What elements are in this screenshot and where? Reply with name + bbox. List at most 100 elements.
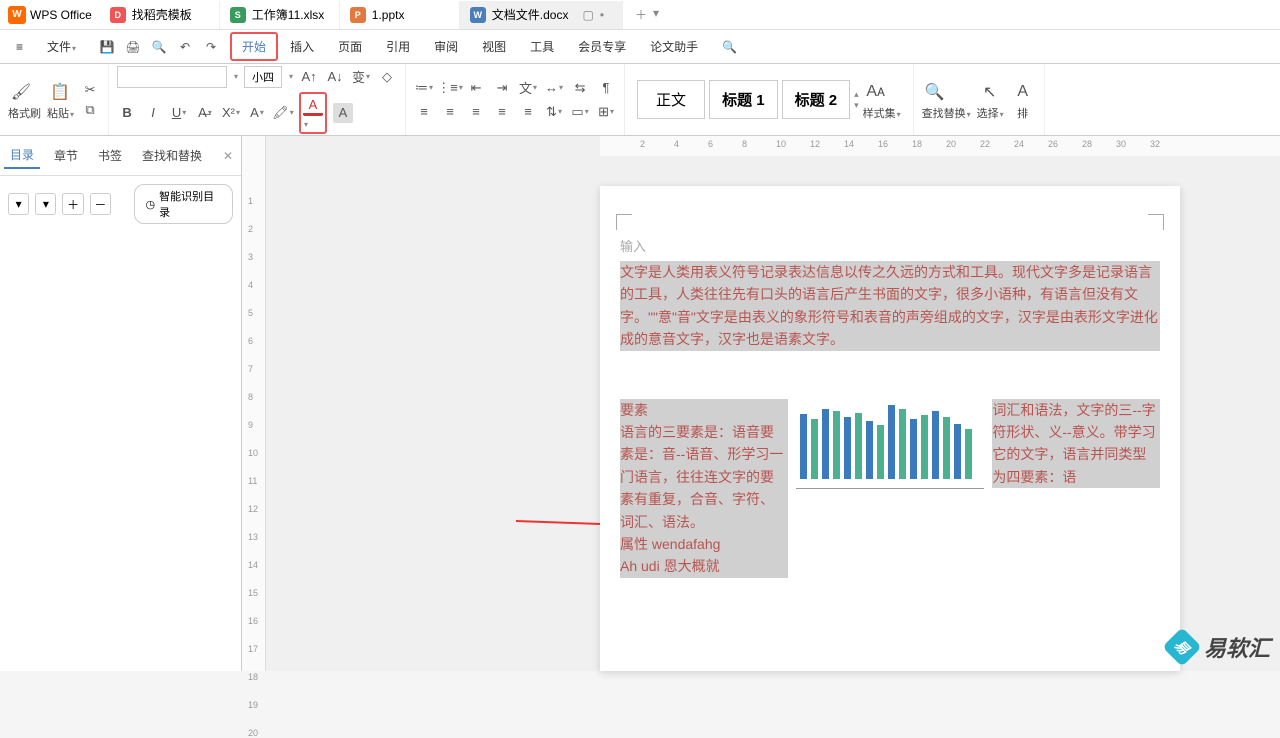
size-dropdown-icon[interactable]: ▾ bbox=[289, 72, 293, 81]
align-justify-icon[interactable]: ≡ bbox=[492, 102, 512, 122]
document-page[interactable]: 输入 文字是人类用表义符号记录表达信息以传之久远的方式和工具。现代文字多是记录语… bbox=[600, 186, 1180, 671]
format-painter-label: 格式刷 bbox=[8, 105, 41, 121]
font-name-input[interactable] bbox=[117, 66, 227, 88]
menu-thesis[interactable]: 论文助手 bbox=[638, 32, 710, 61]
wps-icon: W bbox=[8, 6, 26, 24]
menu-start[interactable]: 开始 bbox=[230, 32, 278, 61]
style-h1[interactable]: 标题 1 bbox=[709, 80, 778, 119]
close-icon[interactable]: ✕ bbox=[219, 149, 237, 163]
superscript-icon[interactable]: X²▾ bbox=[221, 103, 241, 123]
watermark-icon: 易 bbox=[1162, 627, 1202, 667]
align-center-icon[interactable]: ≡ bbox=[440, 102, 460, 122]
sidetab-find[interactable]: 查找和替换 bbox=[136, 143, 208, 168]
menu-view[interactable]: 视图 bbox=[470, 32, 518, 61]
italic-icon[interactable]: I bbox=[143, 103, 163, 123]
para-mark-icon[interactable]: ¶ bbox=[596, 78, 616, 98]
paragraph-right[interactable]: 词汇和语法，文字的三--字符形状、义--意义。带学习它的文字，语言并同类型为四要… bbox=[992, 399, 1160, 489]
shrink-font-icon[interactable]: A↓ bbox=[325, 67, 345, 87]
text-direction-icon[interactable]: 文▾ bbox=[518, 78, 538, 98]
search-icon[interactable]: 🔍 bbox=[710, 34, 749, 60]
align-left-icon[interactable]: ≡ bbox=[414, 102, 434, 122]
grow-font-icon[interactable]: A↑ bbox=[299, 67, 319, 87]
font-dropdown-icon[interactable]: ▾ bbox=[234, 72, 238, 81]
paste-icon[interactable]: 📋 bbox=[47, 79, 73, 105]
cut-icon[interactable]: ✂ bbox=[80, 80, 100, 100]
highlight-icon[interactable]: 🖍▾ bbox=[273, 103, 293, 123]
font-group: ▾ ▾ A↑ A↓ 变▾ ◇ B I U▾ A̶▾ X²▾ A▾ 🖍▾ A▾ A bbox=[109, 64, 406, 135]
style-h2[interactable]: 标题 2 bbox=[782, 80, 851, 119]
borders-icon[interactable]: ⊞▾ bbox=[596, 102, 616, 122]
phonetic-icon[interactable]: 变▾ bbox=[351, 67, 371, 87]
menu-review[interactable]: 审阅 bbox=[422, 32, 470, 61]
new-tab-button[interactable]: ＋ bbox=[635, 6, 647, 23]
align-right-icon[interactable]: ≡ bbox=[466, 102, 486, 122]
redo-icon[interactable]: ↷ bbox=[202, 38, 220, 56]
sidetab-bookmark[interactable]: 书签 bbox=[92, 143, 128, 168]
copy-icon[interactable]: ⧉ bbox=[80, 100, 100, 120]
file-menu[interactable]: 文件▾ bbox=[35, 32, 88, 61]
menu-tools[interactable]: 工具 bbox=[518, 32, 566, 61]
attr-line-2[interactable]: Ah udi 恩大概就 bbox=[620, 555, 788, 577]
tab-template[interactable]: D 找稻壳模板 bbox=[100, 1, 220, 29]
toc-add-button[interactable]: ＋ bbox=[62, 193, 83, 215]
smart-toc-button[interactable]: ◷智能识别目录 bbox=[134, 184, 233, 224]
find-icon[interactable]: 🔍 bbox=[922, 79, 948, 105]
distribute-icon[interactable]: ≡ bbox=[518, 102, 538, 122]
clear-format-icon[interactable]: ◇ bbox=[377, 67, 397, 87]
paragraph-1[interactable]: 文字是人类用表义符号记录表达信息以传之久远的方式和工具。现代文字多是记录语言的工… bbox=[620, 261, 1160, 351]
tab-list-dropdown[interactable]: ▾ bbox=[653, 6, 659, 23]
style-prev-icon[interactable]: ▴ bbox=[854, 89, 859, 100]
paragraph-group: ≔▾ ⋮≡▾ ⇤ ⇥ 文▾ ↔▾ ⇆ ¶ ≡ ≡ ≡ ≡ ≡ ⇅▾ ▭▾ ⊞▾ bbox=[406, 64, 625, 135]
save-icon[interactable]: 💾 bbox=[98, 38, 116, 56]
toc-dropdown[interactable]: ▾ bbox=[35, 193, 56, 215]
tab-menu-icon[interactable]: • bbox=[600, 8, 604, 22]
undo-icon[interactable]: ↶ bbox=[176, 38, 194, 56]
menu-reference[interactable]: 引用 bbox=[374, 32, 422, 61]
sidetab-toc[interactable]: 目录 bbox=[4, 142, 40, 169]
select-icon[interactable]: ↖ bbox=[977, 79, 1003, 105]
decrease-indent-icon[interactable]: ⇤ bbox=[466, 78, 486, 98]
xlsx-icon: S bbox=[230, 7, 246, 23]
attr-line-1[interactable]: 属性 wendafahg bbox=[620, 533, 788, 555]
pptx-icon: P bbox=[350, 7, 366, 23]
text-effect-icon[interactable]: A▾ bbox=[247, 103, 267, 123]
find-label: 查找替换▾ bbox=[922, 105, 971, 121]
char-scale-icon[interactable]: ↔▾ bbox=[544, 78, 564, 98]
tab-pptx[interactable]: P 1.pptx bbox=[340, 1, 460, 29]
print-icon[interactable]: 🖨 bbox=[124, 38, 142, 56]
menu-page[interactable]: 页面 bbox=[326, 32, 374, 61]
toc-settings-dropdown[interactable]: ▾ bbox=[8, 193, 29, 215]
menu-member[interactable]: 会员专享 bbox=[566, 32, 638, 61]
font-color-icon[interactable]: A bbox=[303, 96, 323, 116]
font-size-input[interactable] bbox=[244, 66, 282, 88]
hamburger-icon[interactable]: ≡ bbox=[4, 34, 35, 60]
clock-icon: ◷ bbox=[145, 198, 155, 211]
tab-xlsx[interactable]: S 工作簿11.xlsx bbox=[220, 1, 340, 29]
tab-window-icon[interactable]: ▢ bbox=[582, 8, 593, 22]
strikethrough-icon[interactable]: A̶▾ bbox=[195, 103, 215, 123]
styleset-icon[interactable]: Aᴀ bbox=[863, 79, 889, 105]
tab-icon[interactable]: ⇆ bbox=[570, 78, 590, 98]
sidetab-chapter[interactable]: 章节 bbox=[48, 143, 84, 168]
bullets-icon[interactable]: ≔▾ bbox=[414, 78, 434, 98]
line-spacing-icon[interactable]: ⇅▾ bbox=[544, 102, 564, 122]
increase-indent-icon[interactable]: ⇥ bbox=[492, 78, 512, 98]
embedded-chart[interactable] bbox=[796, 399, 985, 489]
preview-icon[interactable]: 🔍 bbox=[150, 38, 168, 56]
style-body[interactable]: 正文 bbox=[637, 80, 705, 119]
format-painter-icon[interactable]: 🖌 bbox=[8, 79, 34, 105]
sort-icon[interactable]: A bbox=[1010, 79, 1036, 105]
paragraph-left[interactable]: 语言的三要素是：语音要素是：音--语音、形学习一门语言，往往连文字的要素有重复，… bbox=[620, 421, 788, 533]
char-shading-icon[interactable]: A bbox=[333, 103, 353, 123]
heading-elements[interactable]: 要素 bbox=[620, 399, 788, 421]
font-color-dropdown[interactable]: ▾ bbox=[304, 120, 308, 129]
shading-icon[interactable]: ▭▾ bbox=[570, 102, 590, 122]
toc-remove-button[interactable]: － bbox=[90, 193, 111, 215]
style-next-icon[interactable]: ▾ bbox=[854, 100, 859, 111]
tab-docx[interactable]: W 文档文件.docx ▢ • bbox=[460, 1, 623, 29]
numbering-icon[interactable]: ⋮≡▾ bbox=[440, 78, 460, 98]
template-icon: D bbox=[110, 7, 126, 23]
menu-insert[interactable]: 插入 bbox=[278, 32, 326, 61]
underline-icon[interactable]: U▾ bbox=[169, 103, 189, 123]
bold-icon[interactable]: B bbox=[117, 103, 137, 123]
